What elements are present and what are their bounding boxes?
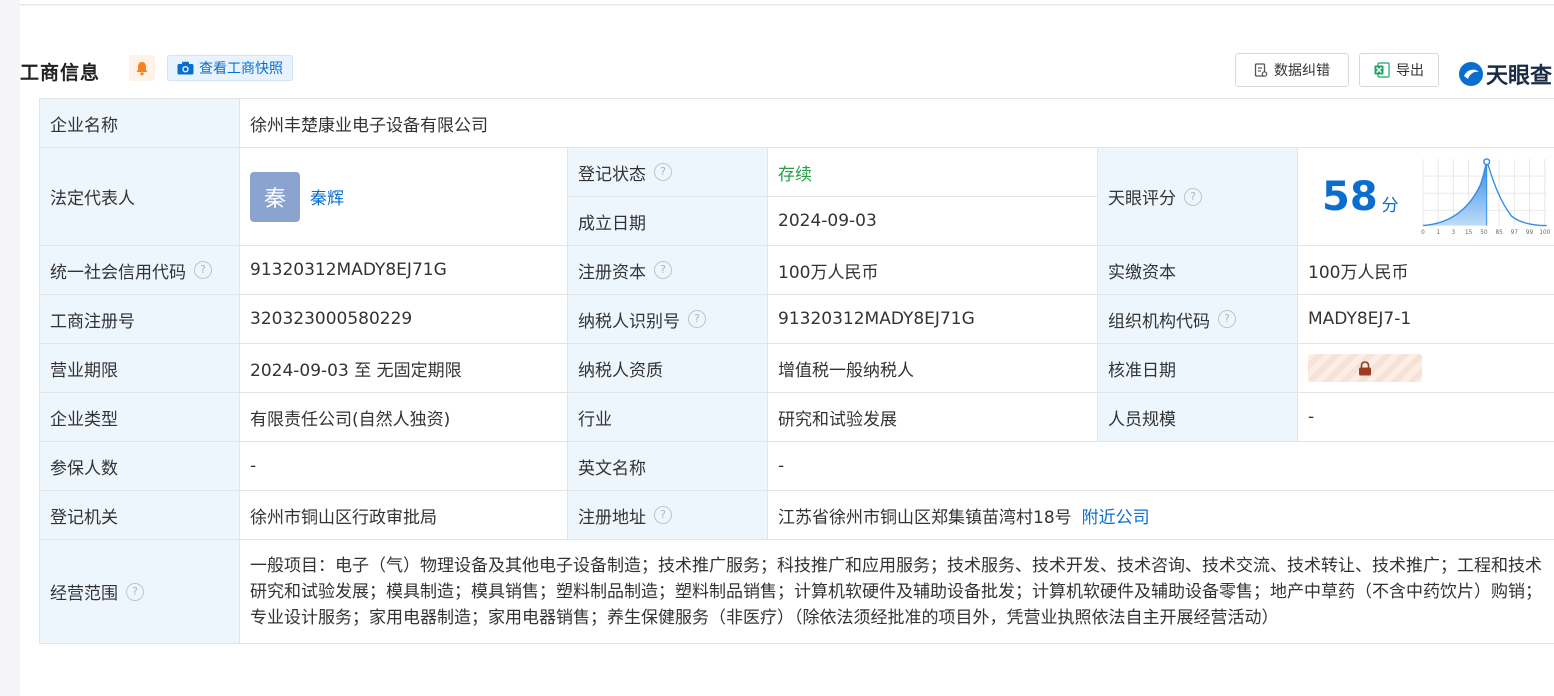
taxpayer-qual-label: 纳税人资质 xyxy=(568,344,768,393)
status-value: 存续 xyxy=(768,148,1098,197)
help-icon[interactable]: ? xyxy=(654,261,672,279)
nearby-companies-link[interactable]: 附近公司 xyxy=(1082,503,1150,528)
view-snapshot-button[interactable]: 查看工商快照 xyxy=(167,55,293,81)
term-label: 营业期限 xyxy=(40,344,240,393)
score-tick: 15 xyxy=(1465,230,1473,236)
industry-label: 行业 xyxy=(568,393,768,442)
section-header: 工商信息 查看工商快照 数据纠错 导出 天眼查 xyxy=(20,48,1552,89)
insured-count-label: 参保人数 xyxy=(40,442,240,491)
company-type-label: 企业类型 xyxy=(40,393,240,442)
credit-code-label: 统一社会信用代码 xyxy=(50,262,186,283)
address-cell: 江苏省徐州市铜山区郑集镇苗湾村18号 附近公司 xyxy=(768,491,1554,540)
scope-value: 一般项目：电子（气）物理设备及其他电子设备制造；技术推广服务；科技推广和应用服务… xyxy=(240,540,1554,644)
approval-date-cell xyxy=(1298,344,1554,393)
address-value: 江苏省徐州市铜山区郑集镇苗湾村18号 xyxy=(778,507,1072,528)
score-cell[interactable]: 58 分 0 1 3 15 50 85 97 99 100 xyxy=(1298,148,1554,246)
locked-value[interactable] xyxy=(1308,354,1422,382)
company-type-value: 有限责任公司(自然人独资) xyxy=(240,393,568,442)
document-edit-icon xyxy=(1254,62,1268,77)
org-code-value: MADY8EJ7-1 xyxy=(1298,295,1554,344)
legal-rep-name-link[interactable]: 秦辉 xyxy=(310,184,344,209)
address-label: 注册地址 xyxy=(578,507,646,528)
legal-rep-cell: 秦 秦辉 xyxy=(240,148,568,246)
authority-value: 徐州市铜山区行政审批局 xyxy=(240,491,568,540)
score-value: 58 xyxy=(1322,173,1378,220)
address-label-cell: 注册地址? xyxy=(568,491,768,540)
help-icon[interactable]: ? xyxy=(688,310,706,328)
english-name-label: 英文名称 xyxy=(568,442,768,491)
company-name-label: 企业名称 xyxy=(40,99,240,148)
score-tick: 97 xyxy=(1510,230,1518,236)
avatar: 秦 xyxy=(250,171,300,222)
company-name-value: 徐州丰楚康业电子设备有限公司 xyxy=(240,99,1554,148)
staff-size-label: 人员规模 xyxy=(1098,393,1298,442)
excel-icon xyxy=(1374,62,1390,78)
founded-label: 成立日期 xyxy=(568,197,768,246)
taxpayer-qual-value: 增值税一般纳税人 xyxy=(768,344,1098,393)
export-button[interactable]: 导出 xyxy=(1359,53,1439,87)
score-tick: 100 xyxy=(1539,230,1550,236)
help-icon[interactable]: ? xyxy=(654,506,672,524)
score-tick: 0 xyxy=(1421,230,1425,236)
staff-size-value: - xyxy=(1298,393,1554,442)
score-tick: 50 xyxy=(1480,230,1488,236)
score-tick: 99 xyxy=(1526,230,1534,236)
data-correction-button[interactable]: 数据纠错 xyxy=(1235,53,1349,87)
reg-capital-label-cell: 注册资本? xyxy=(568,246,768,295)
score-tick: 85 xyxy=(1495,230,1503,236)
tianyancha-logo: 天眼查 xyxy=(1458,58,1552,90)
founded-value: 2024-09-03 xyxy=(768,197,1098,246)
authority-label: 登记机关 xyxy=(40,491,240,540)
lock-icon xyxy=(1359,360,1371,375)
taxpayer-id-value: 91320312MADY8EJ71G xyxy=(768,295,1098,344)
insured-count-value: - xyxy=(240,442,568,491)
taxpayer-id-label: 纳税人识别号 xyxy=(578,311,680,332)
paid-capital-label: 实缴资本 xyxy=(1098,246,1298,295)
org-code-label-cell: 组织机构代码? xyxy=(1098,295,1298,344)
score-label: 天眼评分 xyxy=(1108,189,1176,209)
score-unit: 分 xyxy=(1381,196,1399,216)
help-icon[interactable]: ? xyxy=(1218,310,1236,328)
reg-capital-label: 注册资本 xyxy=(578,262,646,283)
industry-value: 研究和试验发展 xyxy=(768,393,1098,442)
credit-code-label-cell: 统一社会信用代码? xyxy=(40,246,240,295)
export-label: 导出 xyxy=(1396,63,1424,79)
logo-text: 天眼查 xyxy=(1486,64,1553,89)
legal-rep-label: 法定代表人 xyxy=(40,148,240,246)
credit-code-value: 91320312MADY8EJ71G xyxy=(240,246,568,295)
status-label: 登记状态 xyxy=(578,164,646,185)
scope-label-cell: 经营范围? xyxy=(40,540,240,644)
english-name-value: - xyxy=(768,442,1554,491)
snapshot-label: 查看工商快照 xyxy=(199,61,283,77)
reg-capital-value: 100万人民币 xyxy=(768,246,1098,295)
camera-icon xyxy=(177,61,194,75)
term-value: 2024-09-03 至 无固定期限 xyxy=(240,344,568,393)
score-tick: 1 xyxy=(1436,230,1440,236)
reg-no-label: 工商注册号 xyxy=(40,295,240,344)
approval-date-label: 核准日期 xyxy=(1098,344,1298,393)
paid-capital-value: 100万人民币 xyxy=(1298,246,1554,295)
help-icon[interactable]: ? xyxy=(654,163,672,181)
bell-icon[interactable] xyxy=(129,55,155,81)
org-code-label: 组织机构代码 xyxy=(1108,311,1210,332)
score-label-cell: 天眼评分? xyxy=(1098,148,1298,246)
top-strip xyxy=(20,0,1554,5)
help-icon[interactable]: ? xyxy=(1184,187,1202,206)
section-title: 工商信息 xyxy=(20,62,101,84)
score-distribution-chart: 0 1 3 15 50 85 97 99 100 xyxy=(1421,157,1550,236)
reg-no-value: 320323000580229 xyxy=(240,295,568,344)
tianyancha-logo-icon xyxy=(1459,62,1483,86)
help-icon[interactable]: ? xyxy=(194,261,212,279)
score-tick: 3 xyxy=(1451,230,1455,236)
help-icon[interactable]: ? xyxy=(126,582,144,601)
business-info-table: 企业名称 徐州丰楚康业电子设备有限公司 法定代表人 秦 秦辉 登记状态? 存续 … xyxy=(39,98,1554,644)
taxpayer-id-label-cell: 纳税人识别号? xyxy=(568,295,768,344)
data-correction-label: 数据纠错 xyxy=(1274,63,1330,79)
scope-label: 经营范围 xyxy=(50,584,118,604)
status-label-cell: 登记状态? xyxy=(568,148,768,197)
